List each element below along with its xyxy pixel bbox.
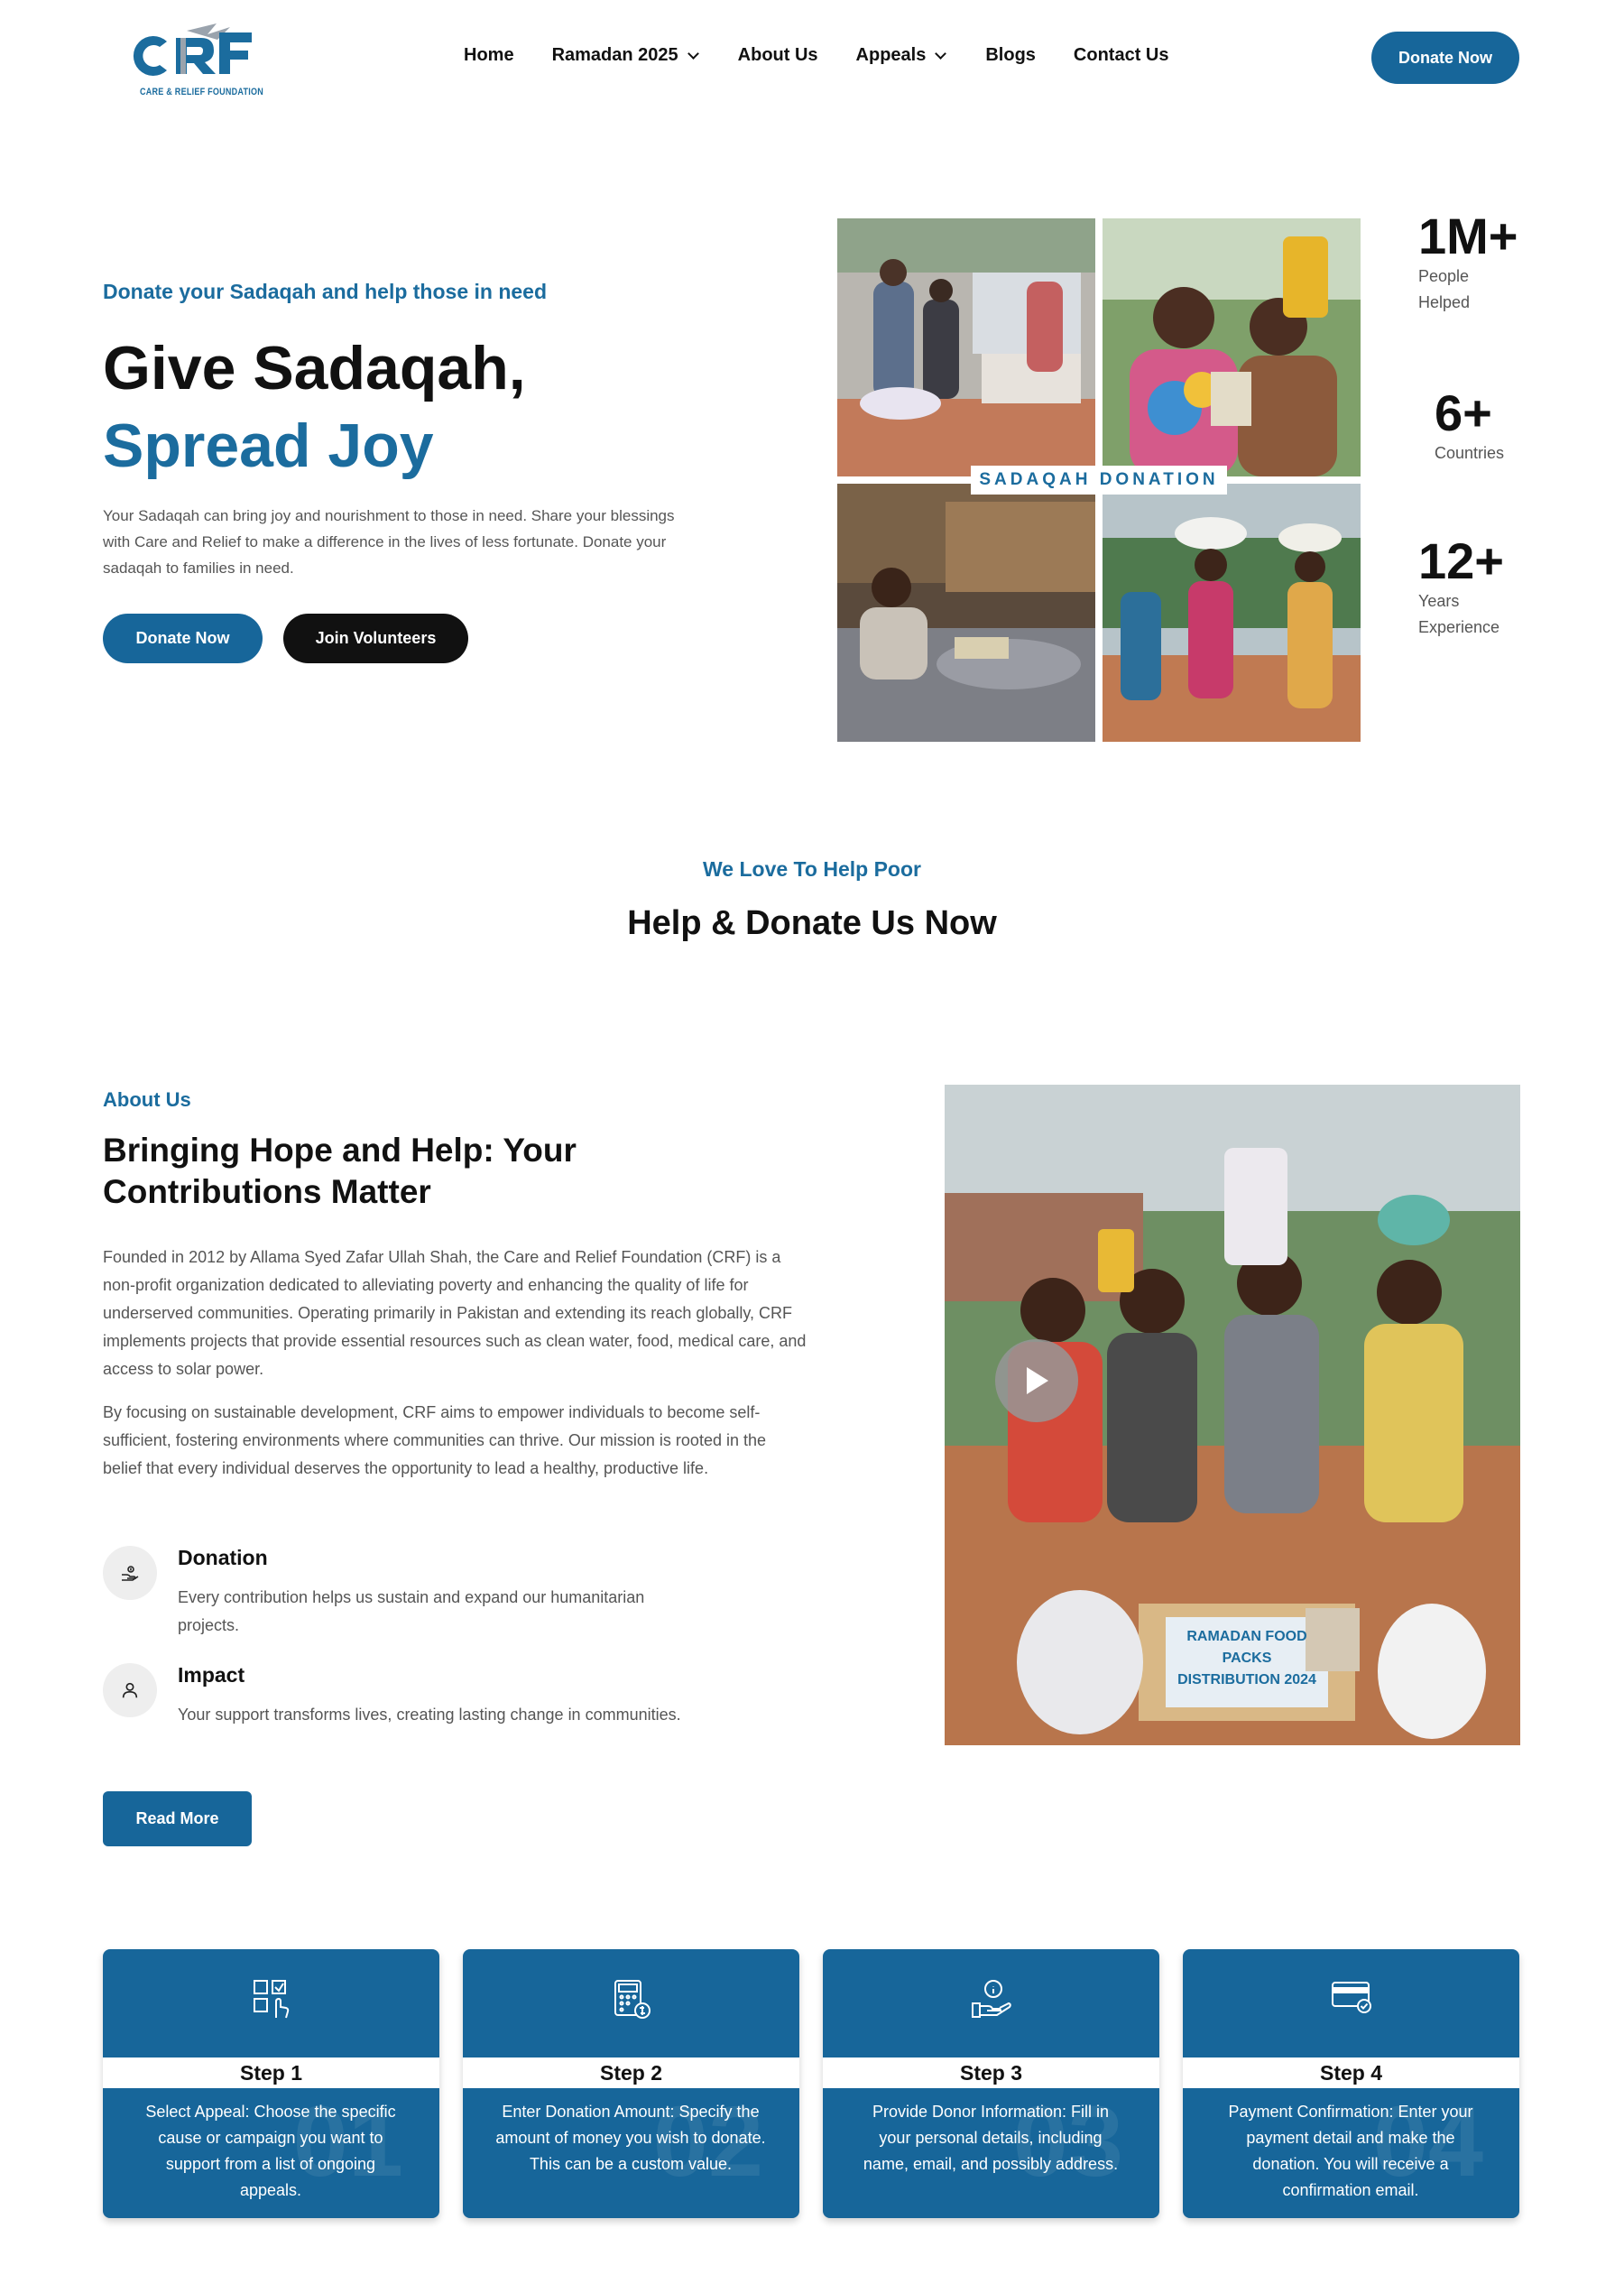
about-paragraph-2: By focusing on sustainable development, … <box>103 1403 766 1477</box>
collage-label: SADAQAH DONATION <box>971 466 1227 495</box>
collage-photo-distribution <box>837 218 1095 476</box>
stat-label: Years Experience <box>1418 592 1500 636</box>
play-video-button[interactable] <box>995 1339 1078 1422</box>
hero-photo-collage: SADAQAH DONATION <box>837 218 1361 742</box>
photo-box-text: RAMADAN FOOD PACKS DISTRIBUTION 2024 <box>1166 1626 1328 1691</box>
collage-photo-women-carrying <box>1103 484 1361 742</box>
about-title: Bringing Hope and Help: Your Contributio… <box>103 1132 577 1210</box>
nav-ramadan-2025[interactable]: Ramadan 2025 <box>551 45 699 66</box>
header-donate-button[interactable]: Donate Now <box>1371 32 1519 84</box>
nav-home[interactable]: Home <box>464 45 514 66</box>
hero-title-line2: Spread Joy <box>103 411 434 480</box>
calculator-icon <box>463 1978 799 2020</box>
donation-hand-icon <box>103 1546 157 1600</box>
stat-label: Countries <box>1435 444 1505 462</box>
step-card-2: 02 Step 2 Enter Donation Amount: Specify… <box>463 1949 799 2218</box>
hero-donate-button[interactable]: Donate Now <box>103 614 263 663</box>
donor-info-icon <box>823 1978 1159 2020</box>
person-icon <box>103 1663 157 1717</box>
collage-photo-children-oil <box>1103 218 1361 476</box>
logo-mark-icon <box>133 23 252 76</box>
feature-description: Every contribution helps us sustain and … <box>178 1588 645 1634</box>
stat-value: 12+ <box>1418 532 1504 589</box>
step-description: Select Appeal: Choose the specific cause… <box>145 2103 396 2199</box>
stat-people-helped: 1M+ People Helped <box>1418 209 1518 316</box>
about-paragraph-1: Founded in 2012 by Allama Syed Zafar Ull… <box>103 1248 807 1378</box>
stat-countries: 6+ Countries <box>1435 386 1534 467</box>
chevron-down-icon <box>935 47 947 60</box>
chevron-down-icon <box>687 47 699 60</box>
hero-title: Give Sadaqah, Spread Joy <box>103 329 526 485</box>
select-appeal-icon <box>103 1978 439 2020</box>
payment-card-icon <box>1183 1978 1519 2014</box>
nav-blogs[interactable]: Blogs <box>985 45 1036 66</box>
stat-value: 6+ <box>1435 384 1492 441</box>
step-label: Step 4 <box>1183 2057 1519 2088</box>
step-label: Step 3 <box>823 2057 1159 2088</box>
hero-buttons: Donate Now Join Volunteers <box>103 614 468 663</box>
join-volunteers-button[interactable]: Join Volunteers <box>283 614 468 663</box>
hero-eyebrow: Donate your Sadaqah and help those in ne… <box>103 280 548 303</box>
nav-about-us[interactable]: About Us <box>738 45 818 66</box>
stat-years-experience: 12+ Years Experience <box>1418 534 1518 641</box>
hero-description: Your Sadaqah can bring joy and nourishme… <box>103 507 675 577</box>
step-description: Provide Donor Information: Fill in your … <box>863 2103 1119 2173</box>
step-card-3: 03 Step 3 Provide Donor Information: Fil… <box>823 1949 1159 2218</box>
crf-logo[interactable]: CARE & RELIEF FOUNDATION <box>131 14 264 105</box>
stat-label: People Helped <box>1418 267 1471 311</box>
help-eyebrow: We Love To Help Poor <box>703 857 921 881</box>
step-description: Payment Confirmation: Enter your payment… <box>1228 2103 1473 2199</box>
logo-tagline: CARE & RELIEF FOUNDATION <box>140 87 264 97</box>
photo-box-line2: DISTRIBUTION 2024 <box>1177 1672 1316 1688</box>
collage-photo-child-blanket <box>837 484 1095 742</box>
nav-contact-us[interactable]: Contact Us <box>1074 45 1169 66</box>
donation-steps: 01 Step 1 Select Appeal: Choose the spec… <box>103 1949 1520 2220</box>
read-more-button[interactable]: Read More <box>103 1791 252 1846</box>
feature-description: Your support transforms lives, creating … <box>178 1706 681 1724</box>
main-nav: Home Ramadan 2025 About Us Appeals Blogs… <box>464 45 1169 66</box>
step-label: Step 1 <box>103 2057 439 2088</box>
site-header: CARE & RELIEF FOUNDATION Home Ramadan 20… <box>0 0 1624 117</box>
nav-contact-label: Contact Us <box>1073 45 1169 65</box>
step-card-4: 04 Step 4 Payment Confirmation: Enter yo… <box>1183 1949 1519 2218</box>
nav-ramadan-label: Ramadan 2025 <box>551 45 678 65</box>
play-icon <box>1027 1367 1048 1394</box>
about-eyebrow: About Us <box>103 1088 191 1111</box>
nav-home-label: Home <box>464 45 514 65</box>
photo-box-line1: RAMADAN FOOD PACKS <box>1186 1629 1307 1666</box>
nav-about-label: About Us <box>737 45 818 65</box>
feature-title: Donation <box>178 1546 268 1569</box>
nav-blogs-label: Blogs <box>985 45 1036 65</box>
nav-appeals-label: Appeals <box>855 45 927 65</box>
help-title: Help & Donate Us Now <box>627 904 997 942</box>
step-card-1: 01 Step 1 Select Appeal: Choose the spec… <box>103 1949 439 2218</box>
nav-appeals[interactable]: Appeals <box>855 45 947 66</box>
feature-title: Impact <box>178 1663 245 1687</box>
hero-title-line1: Give Sadaqah, <box>103 334 526 402</box>
stat-value: 1M+ <box>1418 208 1518 264</box>
step-description: Enter Donation Amount: Specify the amoun… <box>495 2103 766 2173</box>
step-label: Step 2 <box>463 2057 799 2088</box>
